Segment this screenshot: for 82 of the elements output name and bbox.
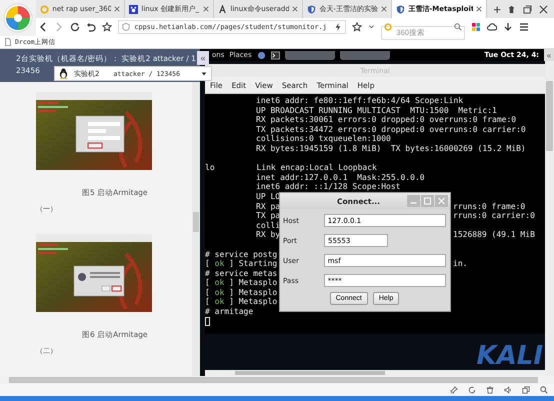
status-text: ok <box>214 259 224 269</box>
terminal-line: # service postg <box>205 250 278 259</box>
terminal-line: inet6 addr: fe80::1eff:fe6b:4/64 Scope:Link <box>256 96 464 106</box>
status-text: ok <box>214 297 224 308</box>
terminal-line: RX by <box>256 230 280 240</box>
download-icon[interactable] <box>503 22 514 32</box>
wallpaper-logo-text: KALI <box>476 342 543 370</box>
shield-icon <box>396 4 406 14</box>
terminal-line: rruns:0 frame:0 <box>453 202 526 212</box>
terminal-line: Starting <box>238 259 278 269</box>
shirt-icon[interactable] <box>507 4 516 14</box>
terminal-line: RX packets:30061 errors:0 dropped:0 overruns:0 frame:0 <box>256 115 516 125</box>
close-icon[interactable] <box>203 6 210 12</box>
terminal-line: # armitage <box>205 307 254 317</box>
close-icon[interactable] <box>476 6 482 12</box>
bracket-text: [ <box>205 297 210 308</box>
expand-button[interactable]: « <box>544 49 554 61</box>
terminal-line: Metasplo <box>238 297 278 308</box>
star-icon[interactable] <box>352 22 362 32</box>
terminal-line: Metasplo <box>238 278 278 288</box>
pin-icon[interactable] <box>450 386 458 394</box>
terminal-icon[interactable] <box>270 50 280 60</box>
star-icon[interactable] <box>102 22 112 32</box>
terminal-line: RX bytes:1945159 (1.8 MiB) TX bytes:16000269 (15.2 MiB) <box>256 144 526 154</box>
ring-icon <box>40 4 50 14</box>
bracket-text: ] <box>229 259 234 269</box>
scrollbar-thumb[interactable] <box>9 377 538 383</box>
scrollbar-thumb[interactable] <box>546 81 553 151</box>
reload-icon[interactable] <box>70 22 80 32</box>
restore-icon[interactable] <box>523 4 532 14</box>
close-icon[interactable] <box>292 6 298 12</box>
status-text: ok <box>214 288 224 298</box>
close-icon[interactable] <box>539 4 548 14</box>
terminal-line: inet addr:127.0.0.1 Mask:255.0.0.0 <box>256 172 425 182</box>
penguin-icon <box>59 68 68 79</box>
speaker-icon[interactable] <box>504 386 512 394</box>
bracket-text: ] <box>229 297 234 308</box>
close-icon[interactable] <box>381 6 388 12</box>
lightning-icon[interactable] <box>334 23 342 31</box>
collapse-button[interactable]: « <box>197 51 209 65</box>
bracket-text: [ <box>205 259 210 269</box>
terminal-line: colli <box>256 220 280 230</box>
terminal-line: TX packets:34472 errors:0 dropped:0 overruns:0 carrier:0 <box>256 124 526 134</box>
terminal-line: Metasplo <box>238 288 278 298</box>
terminal-line: collisions:0 txqueuelen:1000 <box>256 134 391 144</box>
bracket-text: [ <box>205 288 210 298</box>
scrollbar-thumb[interactable] <box>235 371 385 375</box>
text-cursor <box>205 316 210 326</box>
close-icon[interactable] <box>114 6 120 12</box>
bracket-text: [ <box>205 278 210 288</box>
cloud-icon[interactable] <box>487 22 498 32</box>
terminal-line: 1526889 (49.1 MiB <box>453 230 535 240</box>
scrollbar-thumb[interactable] <box>193 212 199 232</box>
new-tab-button[interactable]: + <box>487 0 507 18</box>
menu-icon[interactable] <box>519 22 530 32</box>
undo-icon[interactable] <box>86 22 96 32</box>
interface-name: lo <box>205 163 215 173</box>
terminal-line: # service metas <box>205 268 278 278</box>
shield-icon <box>122 23 130 31</box>
apps-icon[interactable] <box>471 22 482 32</box>
terminal-line: in. <box>453 259 468 269</box>
terminal-line: inet6 addr: ::1/128 Scope:Host <box>256 182 400 192</box>
bracket-text: ] <box>229 288 234 298</box>
letter-icon <box>218 4 228 14</box>
terminal-line: rruns:0 carrier:0 <box>453 211 535 221</box>
taskbar-slot[interactable] <box>284 50 335 60</box>
search-icon[interactable] <box>540 386 548 394</box>
globe-icon[interactable] <box>256 50 266 60</box>
shield-icon <box>307 4 316 14</box>
terminal-line: Link encap:Local Loopback <box>256 163 377 173</box>
paw-icon <box>129 4 138 14</box>
bracket-text: ] <box>229 278 234 288</box>
back-icon[interactable] <box>38 22 48 32</box>
caret-icon <box>201 70 207 76</box>
trash-icon[interactable] <box>486 386 494 394</box>
copy-icon[interactable] <box>522 386 530 394</box>
taskbar-slot[interactable] <box>340 50 390 60</box>
terminal-line: UP BROADCAST RUNNING MULTICAST MTU:1500 Metric:1 <box>256 106 497 116</box>
status-text: ok <box>214 278 224 288</box>
browser-logo-icon[interactable] <box>3 3 34 33</box>
refresh-icon[interactable] <box>468 386 476 394</box>
search-icon[interactable] <box>454 23 462 31</box>
